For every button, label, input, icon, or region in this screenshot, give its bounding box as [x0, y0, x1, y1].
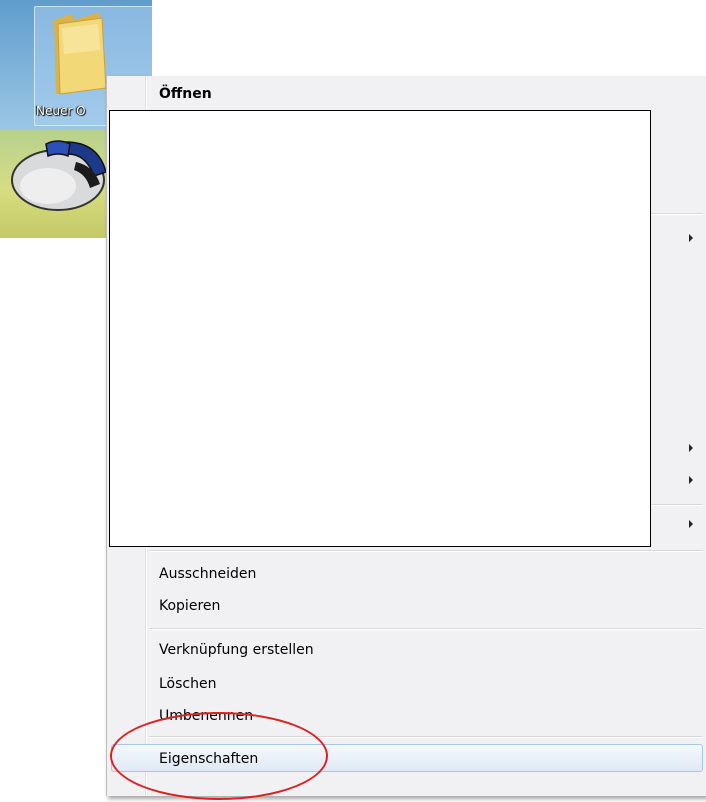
redaction-box — [109, 110, 651, 547]
menu-item-open[interactable]: Öffnen — [107, 80, 706, 108]
menu-item-label: Löschen — [159, 676, 217, 692]
chevron-right-icon — [689, 520, 693, 528]
chevron-right-icon — [689, 234, 693, 242]
menu-item-label: Ausschneiden — [159, 566, 257, 582]
folder-label[interactable]: Neuer O — [36, 104, 86, 118]
chevron-right-icon — [689, 476, 693, 484]
chevron-right-icon — [689, 444, 693, 452]
folder-icon[interactable] — [48, 10, 110, 96]
menu-item-delete[interactable]: Löschen — [107, 670, 706, 698]
menu-item-cut[interactable]: Ausschneiden — [107, 560, 706, 588]
menu-item-create-shortcut[interactable]: Verknüpfung erstellen — [107, 636, 706, 664]
menu-item-copy[interactable]: Kopieren — [107, 592, 706, 620]
screen: Neuer O Öffnen Ausschneiden Kopieren Ver… — [0, 0, 706, 802]
menu-separator — [149, 628, 703, 630]
menu-separator — [149, 550, 703, 552]
menu-item-label: Öffnen — [159, 86, 212, 102]
menu-item-label: Verknüpfung erstellen — [159, 642, 314, 658]
annotation-ellipse — [110, 712, 328, 800]
menu-item-label: Kopieren — [159, 598, 221, 614]
mouse-icon[interactable] — [6, 132, 112, 216]
